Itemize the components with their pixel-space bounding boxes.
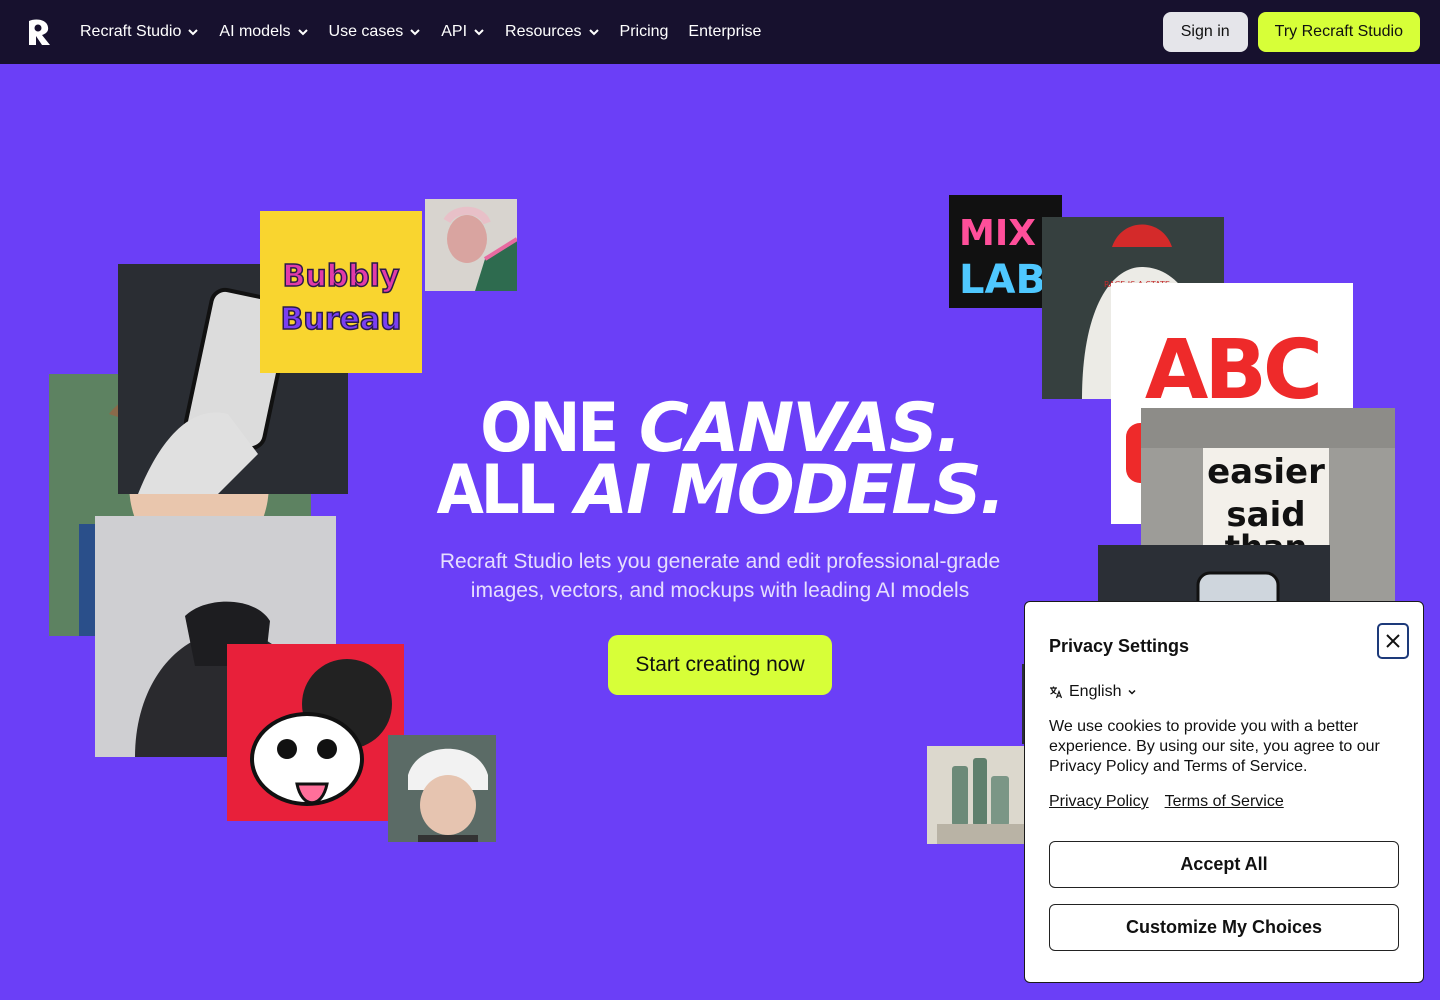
chevron-down-icon	[410, 29, 420, 36]
nav-item-label: Enterprise	[688, 23, 762, 40]
hero-line2-italic: AI MODELS.	[575, 451, 1005, 530]
white-cap-image	[388, 735, 496, 842]
nav-item-enterprise[interactable]: Enterprise	[688, 23, 761, 41]
cartoon-face-image	[227, 644, 404, 821]
nav-item-ai-models[interactable]: AI models	[219, 23, 308, 41]
nav-item-recraft-studio[interactable]: Recraft Studio	[80, 23, 199, 41]
customize-choices-button[interactable]: Customize My Choices	[1049, 904, 1399, 951]
nav-item-use-cases[interactable]: Use cases	[329, 23, 422, 41]
chevron-down-icon	[1128, 689, 1137, 695]
nav-item-pricing[interactable]: Pricing	[620, 23, 669, 41]
svg-text:LAB: LAB	[959, 257, 1046, 303]
recraft-logo-icon[interactable]	[24, 16, 56, 48]
fashion-portrait-image	[425, 199, 517, 291]
hero-subtitle: Recraft Studio lets you generate and edi…	[439, 550, 1001, 602]
chevron-down-icon	[297, 29, 308, 36]
chevron-down-icon	[588, 29, 599, 36]
bubbly-bureau-image: Bubbly Bureau	[260, 211, 422, 373]
hero-title: ONE CANVAS. ALL AI MODELS.	[340, 395, 1100, 525]
close-dialog-button[interactable]	[1377, 623, 1409, 659]
close-icon	[1386, 634, 1400, 648]
svg-text:MIX: MIX	[959, 213, 1036, 254]
nav-item-resources[interactable]: Resources	[505, 23, 599, 41]
privacy-settings-dialog: Privacy Settings English We use cookies …	[1024, 601, 1424, 983]
skincare-bottles-image	[927, 746, 1027, 844]
nav-item-label: Use cases	[328, 23, 404, 40]
start-creating-button[interactable]: Start creating now	[608, 635, 832, 695]
nav-item-label: Resources	[505, 23, 582, 40]
chevron-down-icon	[474, 29, 484, 36]
sign-in-button[interactable]: Sign in	[1162, 12, 1248, 52]
nav-item-label: API	[441, 23, 468, 40]
terms-of-service-link[interactable]: Terms of Service	[1165, 793, 1284, 811]
svg-text:Bubbly: Bubbly	[282, 259, 399, 294]
cookie-description: We use cookies to provide you with a bet…	[1049, 718, 1380, 775]
nav-item-label: Recraft Studio	[80, 23, 182, 40]
nav-item-api[interactable]: API	[441, 23, 485, 41]
try-recraft-studio-button[interactable]: Try Recraft Studio	[1257, 12, 1420, 52]
accept-all-button[interactable]: Accept All	[1049, 841, 1399, 888]
translate-icon	[1050, 686, 1063, 699]
nav-item-label: Pricing	[619, 23, 669, 40]
top-nav: Recraft Studio AI models Use cases API Resou…	[0, 0, 1440, 64]
language-selector[interactable]: English	[1049, 683, 1399, 701]
chevron-down-icon	[188, 29, 199, 36]
nav-item-label: AI models	[219, 23, 291, 40]
privacy-settings-title: Privacy Settings	[1049, 636, 1190, 656]
svg-text:ABC: ABC	[1145, 323, 1319, 418]
nav-menu: Recraft Studio AI models Use cases API Resou…	[80, 23, 761, 41]
hero-line2-plain: ALL	[436, 451, 555, 530]
language-label: English	[1069, 683, 1122, 700]
svg-text:Bureau: Bureau	[281, 302, 402, 337]
privacy-policy-link[interactable]: Privacy Policy	[1049, 793, 1149, 811]
svg-text:easier: easier	[1207, 452, 1325, 492]
